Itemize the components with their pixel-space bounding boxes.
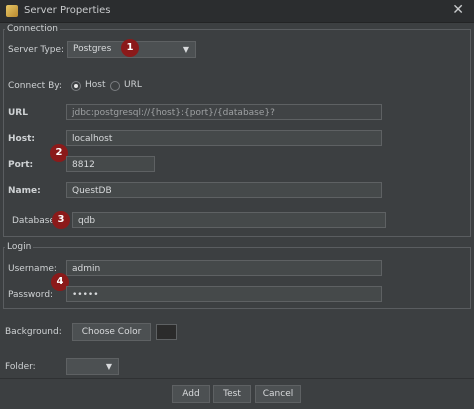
- connect-by-label: Connect By:: [8, 81, 62, 91]
- test-button[interactable]: Test: [213, 385, 251, 403]
- connection-group-title: Connection: [5, 24, 60, 34]
- host-label: Host:: [8, 134, 35, 144]
- folder-select[interactable]: ▼: [66, 358, 119, 375]
- server-type-label: Server Type:: [8, 45, 65, 55]
- port-label: Port:: [8, 160, 34, 170]
- add-button[interactable]: Add: [172, 385, 210, 403]
- title-bar: Server Properties ✕: [0, 0, 474, 23]
- radio-host[interactable]: [71, 81, 81, 91]
- password-label: Password:: [8, 290, 54, 300]
- chevron-down-icon: ▼: [182, 45, 189, 54]
- folder-label: Folder:: [5, 362, 36, 372]
- app-icon: [6, 5, 18, 17]
- url-field[interactable]: jdbc:postgresql://{host}:{port}/{databas…: [66, 104, 382, 120]
- login-group-title: Login: [5, 242, 34, 252]
- radio-url[interactable]: [110, 81, 120, 91]
- choose-color-button[interactable]: Choose Color: [72, 323, 151, 341]
- username-label: Username:: [8, 264, 57, 274]
- footer-divider: [0, 378, 474, 379]
- name-label: Name:: [8, 186, 41, 196]
- color-swatch[interactable]: [156, 324, 177, 340]
- radio-host-label: Host: [85, 80, 106, 90]
- url-label: URL: [8, 108, 28, 118]
- annotation-badge-1: 1: [121, 39, 139, 57]
- cancel-button[interactable]: Cancel: [255, 385, 301, 403]
- close-icon[interactable]: ✕: [452, 2, 464, 18]
- password-field[interactable]: •••••: [66, 286, 382, 302]
- background-label: Background:: [5, 327, 62, 337]
- annotation-badge-3: 3: [52, 211, 70, 229]
- server-type-value: Postgres: [73, 44, 112, 54]
- radio-url-label: URL: [124, 80, 142, 90]
- chevron-down-icon: ▼: [105, 362, 112, 371]
- host-field[interactable]: localhost: [66, 130, 382, 146]
- window-title: Server Properties: [24, 5, 111, 16]
- name-field[interactable]: QuestDB: [66, 182, 382, 198]
- port-field[interactable]: 8812: [66, 156, 155, 172]
- database-field[interactable]: qdb: [72, 212, 386, 228]
- username-field[interactable]: admin: [66, 260, 382, 276]
